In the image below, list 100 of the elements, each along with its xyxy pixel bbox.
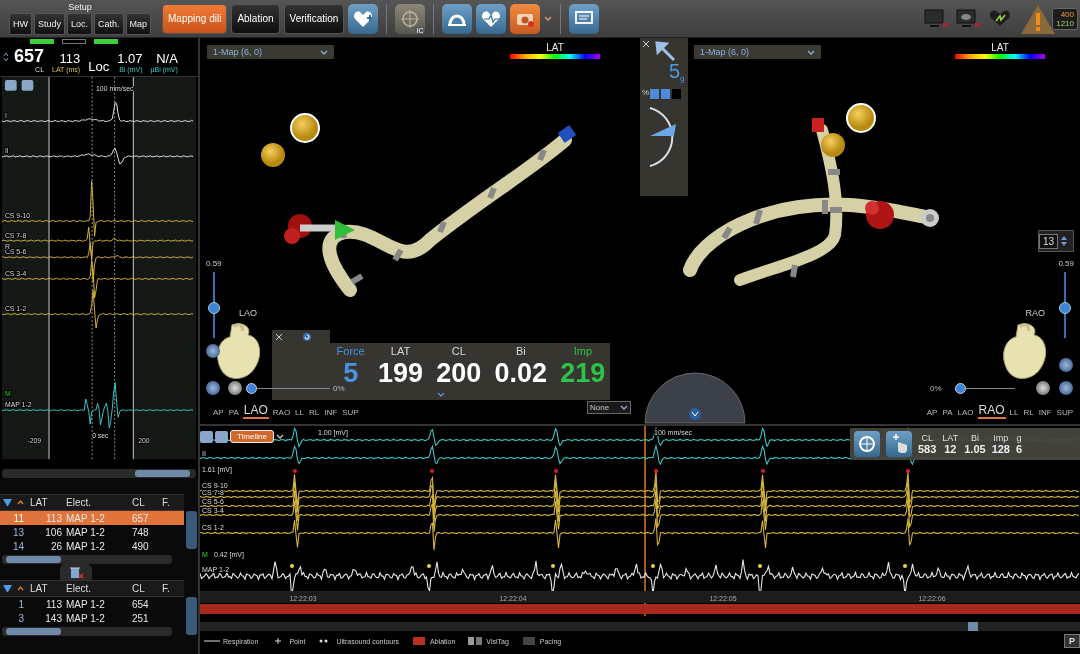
setup-tab[interactable]: Cath. (94, 13, 124, 35)
corner-button[interactable]: P (1064, 634, 1080, 648)
view-button[interactable]: PA (227, 408, 240, 419)
view-button[interactable]: RL (1022, 408, 1035, 419)
crosshair-icon (400, 8, 421, 29)
field-label: LAT (390, 345, 411, 357)
signal-tool-icon[interactable] (21, 79, 34, 91)
map-select[interactable]: 1-Map (6, 0) (694, 45, 821, 59)
reading-label: Bi (970, 433, 979, 443)
rotate-button[interactable] (1059, 381, 1073, 395)
scrollbar[interactable] (186, 511, 197, 549)
point-row[interactable]: 3 143 MAP 1-2 251 (0, 611, 184, 625)
annotation-dot (551, 564, 555, 568)
ablation-swatch (411, 637, 428, 645)
column-header[interactable]: CL (132, 583, 162, 594)
column-header[interactable]: F. (162, 497, 176, 508)
view-button[interactable]: AP (925, 408, 939, 419)
add-heart-button[interactable] (348, 3, 379, 34)
reading-value: 6 (1016, 443, 1023, 455)
reading-value: 128 (991, 443, 1010, 455)
caret-icon[interactable] (275, 434, 284, 439)
setup-tab[interactable]: HW (8, 13, 32, 35)
lat-value: 113 (59, 51, 81, 66)
annotation-dot (430, 469, 434, 473)
heart-signal-button[interactable] (476, 3, 507, 34)
percent-label: % (642, 88, 650, 97)
annotation-dot (427, 564, 431, 568)
caret-icon[interactable] (620, 405, 628, 410)
mode-tab[interactable]: Verification (283, 3, 345, 34)
add-point-button[interactable] (886, 431, 912, 457)
close-icon[interactable] (276, 333, 282, 340)
view-button[interactable]: LL (294, 408, 305, 419)
sphere-button[interactable] (228, 381, 242, 395)
setup-tab[interactable]: Loc. (67, 13, 92, 35)
sort-icon[interactable] (17, 586, 24, 591)
sort-icon[interactable] (17, 500, 24, 505)
view-button[interactable]: RL (308, 408, 321, 419)
column-header[interactable]: Elect. (66, 497, 132, 508)
view-button[interactable]: RAO (271, 408, 292, 419)
camera-button[interactable] (510, 3, 541, 34)
view-button[interactable]: LL (1008, 408, 1020, 419)
reading-label: CL (921, 433, 933, 443)
point-row[interactable]: 1 113 MAP 1-2 654 (0, 597, 184, 611)
tool-icon[interactable] (200, 430, 213, 443)
target-button[interactable] (854, 431, 880, 457)
scrollbar[interactable] (2, 469, 196, 478)
heart-view-button[interactable] (1059, 358, 1073, 372)
arrow-icon (654, 40, 676, 62)
view-button[interactable]: INF (323, 408, 339, 419)
filter-icon[interactable] (3, 499, 12, 506)
annotation-dot (758, 564, 762, 568)
field-value: 219 (560, 357, 606, 389)
view-button[interactable]: RAO (977, 403, 1006, 419)
point-row[interactable]: 14 26 MAP 1-2 490 (0, 539, 184, 553)
filter-icon[interactable] (3, 585, 12, 592)
refresh-icon[interactable] (302, 331, 312, 342)
annotation-dot (906, 469, 910, 473)
mode-tab[interactable]: Mapping dili (162, 3, 228, 34)
view-button[interactable]: INF (1037, 408, 1053, 419)
level-squares-icon (650, 89, 681, 99)
column-header[interactable]: Elect. (66, 583, 132, 594)
overlay-select[interactable]: None (587, 401, 631, 414)
rotate-button[interactable] (206, 381, 220, 395)
view-button[interactable]: LAO (956, 408, 975, 419)
column-header[interactable]: CL (132, 497, 162, 508)
up-down-icon[interactable] (3, 52, 9, 62)
column-header[interactable]: F. (162, 583, 176, 594)
point-row[interactable]: 13 106 MAP 1-2 748 (0, 525, 184, 539)
signal-tool-icon[interactable] (215, 430, 228, 443)
force-value: 5 (669, 60, 681, 82)
view-button[interactable]: SUP (1055, 408, 1074, 419)
trash-icon[interactable] (60, 564, 92, 580)
scrollbar[interactable] (186, 597, 197, 635)
reading-label: LAT (942, 433, 959, 443)
view-button[interactable]: PA (941, 408, 954, 419)
sphere-button[interactable] (1036, 381, 1050, 395)
legend-title: LAT (991, 42, 1009, 53)
setup-tab[interactable]: Study (33, 13, 65, 35)
cursor-line[interactable] (644, 426, 646, 616)
view-button[interactable]: SUP (341, 408, 360, 419)
column-header[interactable]: LAT (26, 497, 66, 508)
scrollbar[interactable] (2, 627, 172, 636)
setup-tab[interactable]: Map (125, 13, 152, 35)
tool-icon[interactable] (4, 79, 17, 91)
heart-view-button[interactable] (206, 344, 220, 358)
view-button[interactable]: AP (212, 408, 225, 419)
reading-value: 1.05 (964, 443, 986, 455)
timeline-button[interactable]: Timeline (230, 430, 274, 443)
monitor-button[interactable] (569, 3, 600, 34)
caret-icon[interactable] (320, 49, 328, 55)
view-button[interactable]: LAO (242, 403, 269, 419)
close-icon[interactable] (643, 41, 649, 47)
caret-icon[interactable] (807, 49, 815, 55)
mode-tab[interactable]: Ablation (231, 3, 280, 34)
map-select[interactable]: 1-Map (6, 0) (207, 45, 334, 59)
scrollbar[interactable] (200, 622, 1080, 631)
column-header[interactable]: LAT (26, 583, 66, 594)
scrollbar[interactable] (2, 555, 172, 564)
arch-button[interactable] (442, 3, 473, 34)
point-spinner[interactable]: 13 (1038, 230, 1074, 252)
